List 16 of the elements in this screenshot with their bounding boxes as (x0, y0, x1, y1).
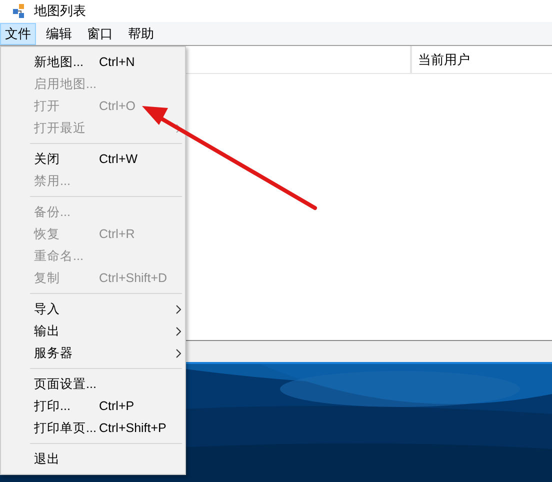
menu-bar-item[interactable]: 帮助 (123, 22, 159, 44)
menu-item[interactable]: 导入 (1, 298, 185, 320)
menu-item[interactable]: 新地图... Ctrl+N (1, 51, 185, 73)
window-title: 地图列表 (34, 2, 86, 20)
menu-item[interactable]: 打印单页... Ctrl+Shift+P (1, 417, 185, 439)
menu-item[interactable]: 关闭 Ctrl+W (1, 148, 185, 170)
menu-item[interactable]: 服务器 (1, 342, 185, 364)
menu-item[interactable]: 输出 (1, 320, 185, 342)
menu-bar-item[interactable]: 文件 (0, 22, 36, 44)
menu-bar-item[interactable]: 编辑 (41, 22, 77, 44)
menu-bar-item[interactable]: 窗口 (82, 22, 118, 44)
menu-item[interactable]: 退出 (1, 448, 185, 470)
menu-item[interactable]: 页面设置... (1, 373, 185, 395)
menu-item[interactable]: 打印... Ctrl+P (1, 395, 185, 417)
app-icon (12, 4, 26, 18)
column-header[interactable]: 当前用户 (412, 46, 470, 73)
